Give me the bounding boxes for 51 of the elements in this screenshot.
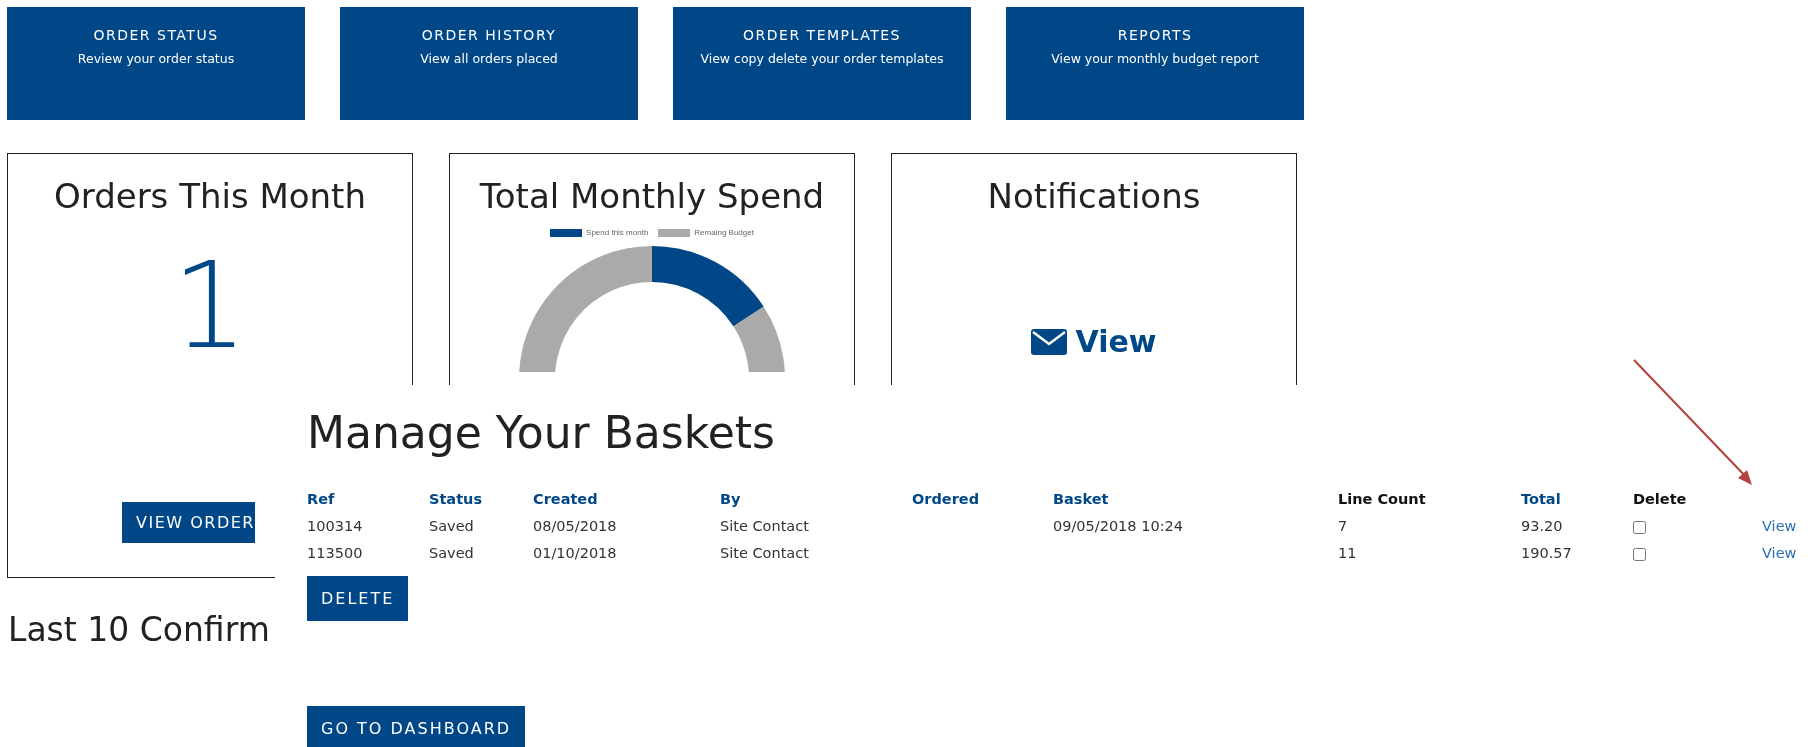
- table-cell-text: 100314: [307, 517, 364, 536]
- envelope-icon: [1031, 328, 1068, 355]
- tile-title: ORDER HISTORY: [421, 27, 557, 43]
- legend-label: Spend this month: [586, 228, 649, 237]
- table-cell-text: 01/10/2018: [533, 544, 618, 563]
- tile-subtitle: Review your order status: [77, 50, 235, 68]
- nav-tile[interactable]: ORDER STATUS Review your order status: [7, 7, 305, 120]
- tile-title: ORDER TEMPLATES: [743, 27, 901, 43]
- card-title: Notifications: [987, 176, 1201, 216]
- column-header[interactable]: Ref: [307, 486, 429, 513]
- column-header: Line Count: [1338, 490, 1427, 509]
- tile-title: ORDER STATUS: [93, 27, 219, 43]
- column-header[interactable]: Status: [429, 486, 533, 513]
- tile-title: REPORTS: [1117, 27, 1193, 43]
- table-cell-text: Site Contact: [720, 544, 810, 563]
- view-notifications-link[interactable]: View: [1031, 324, 1157, 359]
- order-count: 1: [171, 246, 249, 366]
- card-title: Orders This Month: [54, 176, 366, 216]
- table-cell-text: 08/05/2018: [533, 517, 618, 536]
- go-to-dashboard-button[interactable]: GO TO DASHBOARD: [307, 706, 526, 747]
- tile-subtitle: View copy delete your order templates: [700, 50, 944, 68]
- tile-subtitle: View your monthly budget report: [1051, 50, 1259, 68]
- table-cell-text: Saved: [429, 544, 475, 563]
- delete-button[interactable]: DELETE: [307, 576, 409, 621]
- column-header: Delete: [1633, 490, 1688, 509]
- table-cell-text: 190.57: [1521, 544, 1573, 563]
- column-header[interactable]: Total: [1521, 486, 1633, 513]
- nav-tile[interactable]: ORDER TEMPLATES View copy delete your order templates: [673, 7, 971, 120]
- view-link[interactable]: View: [1762, 513, 1797, 540]
- table-cell-text: 11: [1338, 544, 1358, 563]
- nav-tile[interactable]: ORDER HISTORY View all orders placed: [340, 7, 638, 120]
- delete-checkbox[interactable]: [1633, 548, 1646, 561]
- view-orders-button[interactable]: VIEW ORDER: [122, 502, 255, 543]
- card-title: Total Monthly Spend: [479, 176, 825, 216]
- column-header[interactable]: Created: [533, 486, 720, 513]
- column-header[interactable]: Basket: [1053, 486, 1338, 513]
- legend-label: Remaing Budget: [694, 228, 754, 237]
- nav-tile[interactable]: REPORTS View your monthly budget report: [1006, 7, 1304, 120]
- table-cell-text: Site Contact: [720, 517, 810, 536]
- column-header[interactable]: Ordered: [912, 486, 1053, 513]
- table-cell-text: 93.20: [1521, 517, 1564, 536]
- column-header[interactable]: By: [720, 486, 912, 513]
- section-heading: Last 10 Confirm: [8, 610, 271, 649]
- table-cell-text: 113500: [307, 544, 364, 563]
- view-link[interactable]: View: [1762, 540, 1797, 567]
- tile-subtitle: View all orders placed: [420, 50, 558, 68]
- table-cell-text: 7: [1338, 517, 1349, 536]
- table-cell-text: Saved: [429, 517, 475, 536]
- panel-title: Manage Your Baskets: [307, 407, 776, 458]
- delete-checkbox[interactable]: [1633, 521, 1646, 534]
- table-cell-text: 09/05/2018 10:24: [1053, 517, 1184, 536]
